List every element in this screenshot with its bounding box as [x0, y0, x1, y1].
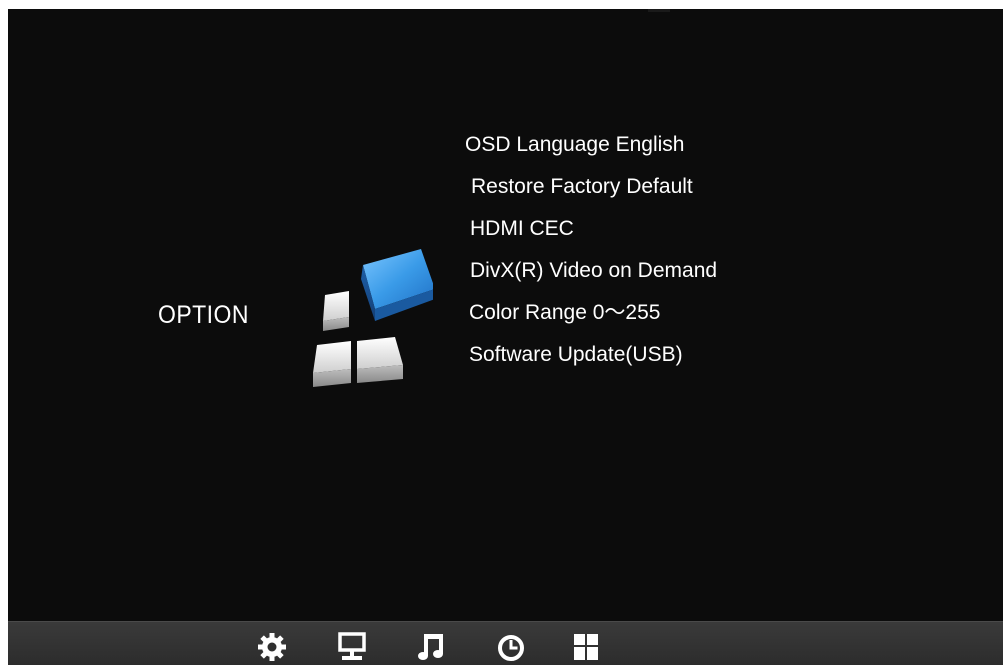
- option-menu: OSD Language English Restore Factory Def…: [465, 124, 717, 376]
- menu-item-color-range[interactable]: Color Range 0～255: [469, 292, 716, 334]
- menu-item-osd-language[interactable]: OSD Language English: [465, 124, 712, 166]
- option-screen: OPTION OSD Language English Restore Fact…: [8, 9, 1003, 665]
- grid-icon[interactable]: [571, 632, 601, 662]
- clock-icon[interactable]: [496, 632, 526, 662]
- menu-item-divx-vod[interactable]: DivX(R) Video on Demand: [470, 250, 717, 292]
- menu-item-software-update[interactable]: Software Update(USB): [469, 334, 716, 376]
- menu-item-restore-factory-default[interactable]: Restore Factory Default: [471, 166, 718, 208]
- gear-icon[interactable]: [257, 632, 287, 662]
- monitor-icon[interactable]: [337, 632, 367, 662]
- option-tiles-icon: [303, 237, 435, 387]
- menu-item-hdmi-cec[interactable]: HDMI CEC: [470, 208, 717, 250]
- bottom-nav-bar: [8, 621, 1003, 665]
- section-title: OPTION: [158, 301, 249, 329]
- top-edge-mark: [648, 9, 670, 12]
- music-note-icon[interactable]: [417, 632, 447, 662]
